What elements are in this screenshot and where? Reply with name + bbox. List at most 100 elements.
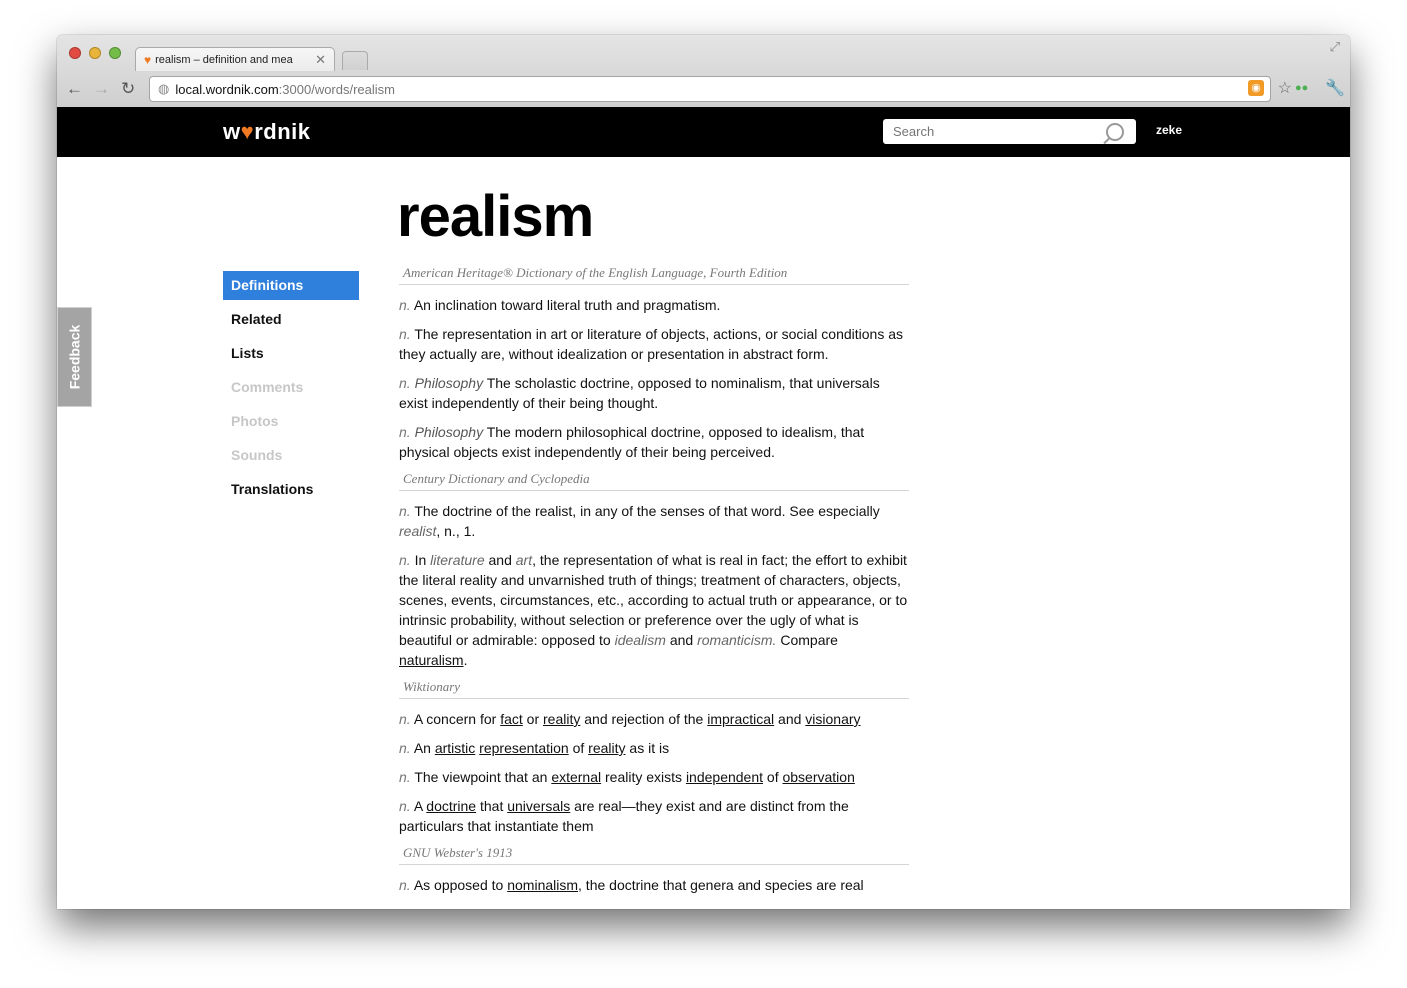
definition-text: and xyxy=(778,711,802,727)
search-icon[interactable] xyxy=(1106,122,1124,141)
browser-tab[interactable]: ♥ realism – definition and mea ✕ xyxy=(135,47,335,71)
search-input[interactable] xyxy=(891,123,1106,140)
bookmark-star-icon[interactable]: ☆ xyxy=(1278,78,1292,98)
page-content: Feedback Definitions Related Lists Comme… xyxy=(57,157,1350,909)
definition-text: of xyxy=(572,740,585,756)
definition-item: n. An inclination toward literal truth a… xyxy=(399,295,909,315)
cross-reference[interactable]: realist xyxy=(399,523,436,539)
definition-item: n. The doctrine of the realist, in any o… xyxy=(399,501,909,541)
heart-favicon-icon: ♥ xyxy=(144,52,152,67)
definition-text: , n., 1. xyxy=(436,523,476,539)
site-header: w♥rdnik zeke xyxy=(57,107,1350,157)
browser-toolbar: ← → ↻ ◍ local.wordnik.com:3000/words/rea… xyxy=(57,73,1350,107)
definition-text: In xyxy=(414,552,427,568)
definition-text: The doctrine of the realist, in any of t… xyxy=(414,503,880,519)
logo-text-start: w xyxy=(223,119,241,144)
extension-icon[interactable]: ●● xyxy=(1295,82,1308,94)
definition-text: and xyxy=(488,552,512,568)
word-link[interactable]: naturalism xyxy=(399,652,464,668)
word-link[interactable]: impractical xyxy=(707,711,774,727)
forward-arrow-icon[interactable]: → xyxy=(93,79,110,99)
definition-item: n. Philosophy The scholastic doctrine, o… xyxy=(399,373,909,413)
back-arrow-icon[interactable]: ← xyxy=(66,79,83,99)
part-of-speech: n. xyxy=(399,798,411,814)
cross-reference: art xyxy=(515,552,533,568)
definition-text: A xyxy=(413,798,423,814)
definition-item: n. A doctrine that universals are real—t… xyxy=(399,796,909,836)
source-heading: American Heritage® Dictionary of the Eng… xyxy=(399,265,909,285)
word-link[interactable]: universals xyxy=(507,798,570,814)
url-host: local.wordnik.com xyxy=(175,81,279,97)
browser-chrome: ♥ realism – definition and mea ✕ ⤢ ← → ↻… xyxy=(57,35,1350,108)
word-link[interactable]: artistic xyxy=(435,740,475,756)
username-link[interactable]: zeke xyxy=(1156,123,1182,137)
nav-related[interactable]: Related xyxy=(223,305,359,334)
definition-item: n. A concern for fact or reality and rej… xyxy=(399,709,909,729)
part-of-speech: n. xyxy=(399,711,411,727)
word-link[interactable]: visionary xyxy=(805,711,860,727)
definition-text: reality exists xyxy=(605,769,683,785)
nav-sounds: Sounds xyxy=(231,447,283,463)
fullscreen-icon[interactable]: ⤢ xyxy=(1330,39,1340,55)
word-link[interactable]: external xyxy=(551,769,601,785)
part-of-speech: n. xyxy=(399,424,411,440)
address-bar[interactable]: ◍ local.wordnik.com:3000/words/realism ◉… xyxy=(149,76,1292,102)
source-heading: Century Dictionary and Cyclopedia xyxy=(399,471,909,491)
word-link[interactable]: nominalism xyxy=(507,877,578,893)
nav-translations[interactable]: Translations xyxy=(223,475,359,504)
close-tab-icon[interactable]: ✕ xyxy=(315,52,326,68)
new-tab-button[interactable] xyxy=(342,51,368,70)
field-label: Philosophy xyxy=(414,424,484,440)
wrench-menu-icon[interactable]: 🔧 xyxy=(1325,78,1345,98)
part-of-speech: n. xyxy=(399,740,411,756)
globe-icon: ◍ xyxy=(158,81,170,96)
definition-text: Compare xyxy=(780,632,838,648)
definition-text: that xyxy=(479,798,504,814)
word-link[interactable]: reality xyxy=(588,740,625,756)
word-link[interactable]: reality xyxy=(543,711,580,727)
word-link[interactable]: fact xyxy=(500,711,523,727)
word-link[interactable]: doctrine xyxy=(426,798,476,814)
definition-text: An xyxy=(413,740,431,756)
definition-text: The representation in art or literature … xyxy=(399,326,904,362)
part-of-speech: n. xyxy=(399,326,411,342)
word-link[interactable]: representation xyxy=(479,740,569,756)
rss-icon[interactable]: ◉ xyxy=(1248,80,1264,96)
part-of-speech: n. xyxy=(399,769,411,785)
definition-item: n. Philosophy The modern philosophical d… xyxy=(399,422,909,462)
definition-item: n. In literature and art, the representa… xyxy=(399,550,909,670)
definition-text: as it is xyxy=(629,740,670,756)
tab-title: realism – definition and mea xyxy=(155,53,293,66)
search-box xyxy=(883,119,1136,144)
definition-item: n. As opposed to nominalism, the doctrin… xyxy=(399,875,909,895)
minimize-window-button[interactable] xyxy=(89,47,101,59)
definition-item: n. The representation in art or literatu… xyxy=(399,324,909,364)
wordnik-logo[interactable]: w♥rdnik xyxy=(223,119,310,145)
definition-text: of xyxy=(766,769,779,785)
reload-icon[interactable]: ↻ xyxy=(121,79,135,99)
nav-definitions[interactable]: Definitions xyxy=(223,271,359,300)
zoom-window-button[interactable] xyxy=(109,47,121,59)
definition-text: An inclination toward literal truth and … xyxy=(413,297,721,313)
word-link[interactable]: observation xyxy=(782,769,854,785)
feedback-label: Feedback xyxy=(66,324,83,390)
window-controls xyxy=(69,47,121,59)
word-link[interactable]: independent xyxy=(686,769,763,785)
feedback-tab[interactable]: Feedback xyxy=(57,307,92,407)
browser-window: ♥ realism – definition and mea ✕ ⤢ ← → ↻… xyxy=(57,35,1350,909)
nav-comments: Comments xyxy=(231,379,304,395)
field-label: Philosophy xyxy=(414,375,484,391)
part-of-speech: n. xyxy=(399,503,411,519)
logo-text-end: rdnik xyxy=(254,119,311,144)
definitions-list: American Heritage® Dictionary of the Eng… xyxy=(399,265,909,904)
part-of-speech: n. xyxy=(399,552,411,568)
definition-item: n. The viewpoint that an external realit… xyxy=(399,767,909,787)
part-of-speech: n. xyxy=(399,877,411,893)
close-window-button[interactable] xyxy=(69,47,81,59)
definition-text: As opposed to xyxy=(413,877,504,893)
source-heading: GNU Webster's 1913 xyxy=(399,845,909,865)
page-title: realism xyxy=(397,184,594,249)
nav-lists[interactable]: Lists xyxy=(223,339,359,368)
source-heading: Wiktionary xyxy=(399,679,909,699)
heart-icon: ♥ xyxy=(240,119,255,144)
